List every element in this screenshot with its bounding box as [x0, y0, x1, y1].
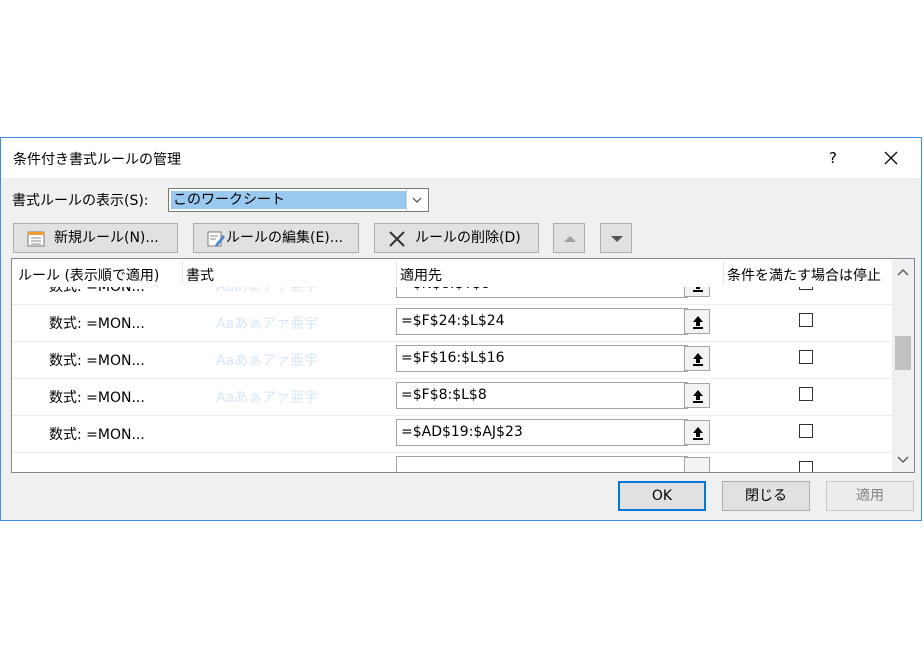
applies-to-field[interactable]: =$F$16:$L$16 — [396, 345, 688, 372]
scope-label: 書式ルールの表示(S): — [12, 193, 149, 209]
table-row[interactable]: 数式: =MON... =$AD$19:$AJ$23 — [12, 415, 892, 453]
help-icon: ? — [829, 149, 837, 167]
applies-to-field[interactable] — [396, 456, 688, 472]
stop-if-true-checkbox[interactable] — [799, 350, 813, 364]
rule-description: 数式: =MON... — [49, 390, 145, 406]
rule-description: 数式: =MON... — [49, 427, 145, 443]
edit-rule-button[interactable]: ルールの編集(E)... — [193, 223, 359, 253]
close-dialog-button[interactable]: 閉じる — [722, 481, 810, 511]
close-icon — [884, 151, 898, 165]
applies-to-value: =$F$24:$L$24 — [401, 313, 505, 329]
column-divider — [182, 261, 183, 285]
column-divider — [723, 261, 724, 285]
rule-description: 数式: =MON... — [49, 353, 145, 369]
column-header-stop-if-true[interactable]: 条件を満たす場合は停止 — [727, 265, 881, 285]
move-up-button[interactable] — [553, 223, 585, 253]
collapse-arrow-icon — [693, 390, 703, 403]
range-picker-button[interactable] — [684, 346, 710, 371]
delete-rule-label: ルールの削除(D) — [415, 230, 521, 246]
move-down-button[interactable] — [600, 223, 632, 253]
triangle-down-icon — [611, 236, 623, 242]
column-header-rule[interactable]: ルール (表示順で適用) — [18, 265, 159, 285]
scrollbar-thumb[interactable] — [895, 336, 911, 370]
stop-if-true-checkbox[interactable] — [799, 461, 813, 472]
collapse-arrow-icon — [693, 427, 703, 440]
format-preview: Aaあぁアァ亜宇 — [216, 390, 319, 406]
help-button[interactable]: ? — [821, 146, 845, 170]
new-rule-icon — [27, 231, 45, 247]
format-preview: Aaあぁアァ亜宇 — [216, 316, 319, 332]
dropdown-arrow[interactable] — [406, 189, 428, 211]
applies-to-value: =$F$16:$L$16 — [401, 350, 505, 366]
stop-if-true-checkbox[interactable] — [799, 424, 813, 438]
scope-dropdown[interactable]: このワークシート — [168, 188, 429, 212]
chevron-down-icon — [412, 197, 422, 203]
applies-to-field[interactable]: =$AD$19:$AJ$23 — [396, 419, 688, 446]
column-divider — [396, 261, 397, 285]
delete-icon — [389, 231, 405, 247]
dialog-title: 条件付き書式ルールの管理 — [13, 152, 181, 168]
format-preview: Aaあぁアァ亜宇 — [216, 353, 319, 369]
triangle-up-icon — [564, 236, 576, 242]
stop-if-true-checkbox[interactable] — [799, 313, 813, 327]
range-picker-button[interactable] — [684, 420, 710, 445]
table-row[interactable]: 数式: =MON... Aaあぁアァ亜宇 =$F$8:$L$8 — [12, 378, 892, 416]
range-picker-button[interactable] — [684, 457, 710, 472]
rules-rows: 数式: =MON... Aaあぁアァ亜宇 =$N$8:$T$8 数式: =MON… — [12, 259, 892, 472]
column-header: ルール (表示順で適用) 書式 適用先 条件を満たす場合は停止 — [12, 259, 892, 287]
edit-rule-icon — [207, 231, 225, 247]
scope-selected-value: このワークシート — [171, 191, 406, 209]
column-header-format[interactable]: 書式 — [186, 265, 214, 285]
rules-list[interactable]: 数式: =MON... Aaあぁアァ亜宇 =$N$8:$T$8 数式: =MON… — [11, 258, 915, 473]
stop-if-true-checkbox[interactable] — [799, 387, 813, 401]
delete-rule-button[interactable]: ルールの削除(D) — [374, 223, 539, 253]
applies-to-field[interactable]: =$F$8:$L$8 — [396, 382, 688, 409]
table-row[interactable]: 数式: =MON... Aaあぁアァ亜宇 =$F$24:$L$24 — [12, 304, 892, 342]
close-button[interactable] — [873, 144, 909, 172]
new-rule-button[interactable]: 新規ルール(N)... — [13, 223, 178, 253]
rule-description: 数式: =MON... — [49, 316, 145, 332]
applies-to-value: =$F$8:$L$8 — [401, 387, 487, 403]
new-rule-label: 新規ルール(N)... — [54, 230, 159, 246]
range-picker-button[interactable] — [684, 383, 710, 408]
table-row[interactable]: 数式: =MON... Aaあぁアァ亜宇 =$F$16:$L$16 — [12, 341, 892, 379]
manage-rules-dialog: 条件付き書式ルールの管理 ? 書式ルールの表示(S): このワークシート 新規ル… — [0, 137, 922, 521]
range-picker-button[interactable] — [684, 309, 710, 334]
collapse-arrow-icon — [693, 353, 703, 366]
vertical-scrollbar[interactable] — [892, 259, 914, 472]
column-header-applies-to[interactable]: 適用先 — [400, 265, 442, 285]
applies-to-field[interactable]: =$F$24:$L$24 — [396, 308, 688, 335]
collapse-arrow-icon — [693, 316, 703, 329]
applies-to-value: =$AD$19:$AJ$23 — [401, 424, 523, 440]
apply-button[interactable]: 適用 — [826, 481, 914, 511]
edit-rule-label: ルールの編集(E)... — [226, 230, 344, 246]
ok-button[interactable]: OK — [618, 481, 706, 511]
table-row[interactable] — [12, 452, 892, 472]
scroll-up-icon[interactable] — [897, 268, 909, 276]
scroll-down-icon[interactable] — [897, 456, 909, 464]
title-bar: 条件付き書式ルールの管理 ? — [1, 138, 921, 178]
